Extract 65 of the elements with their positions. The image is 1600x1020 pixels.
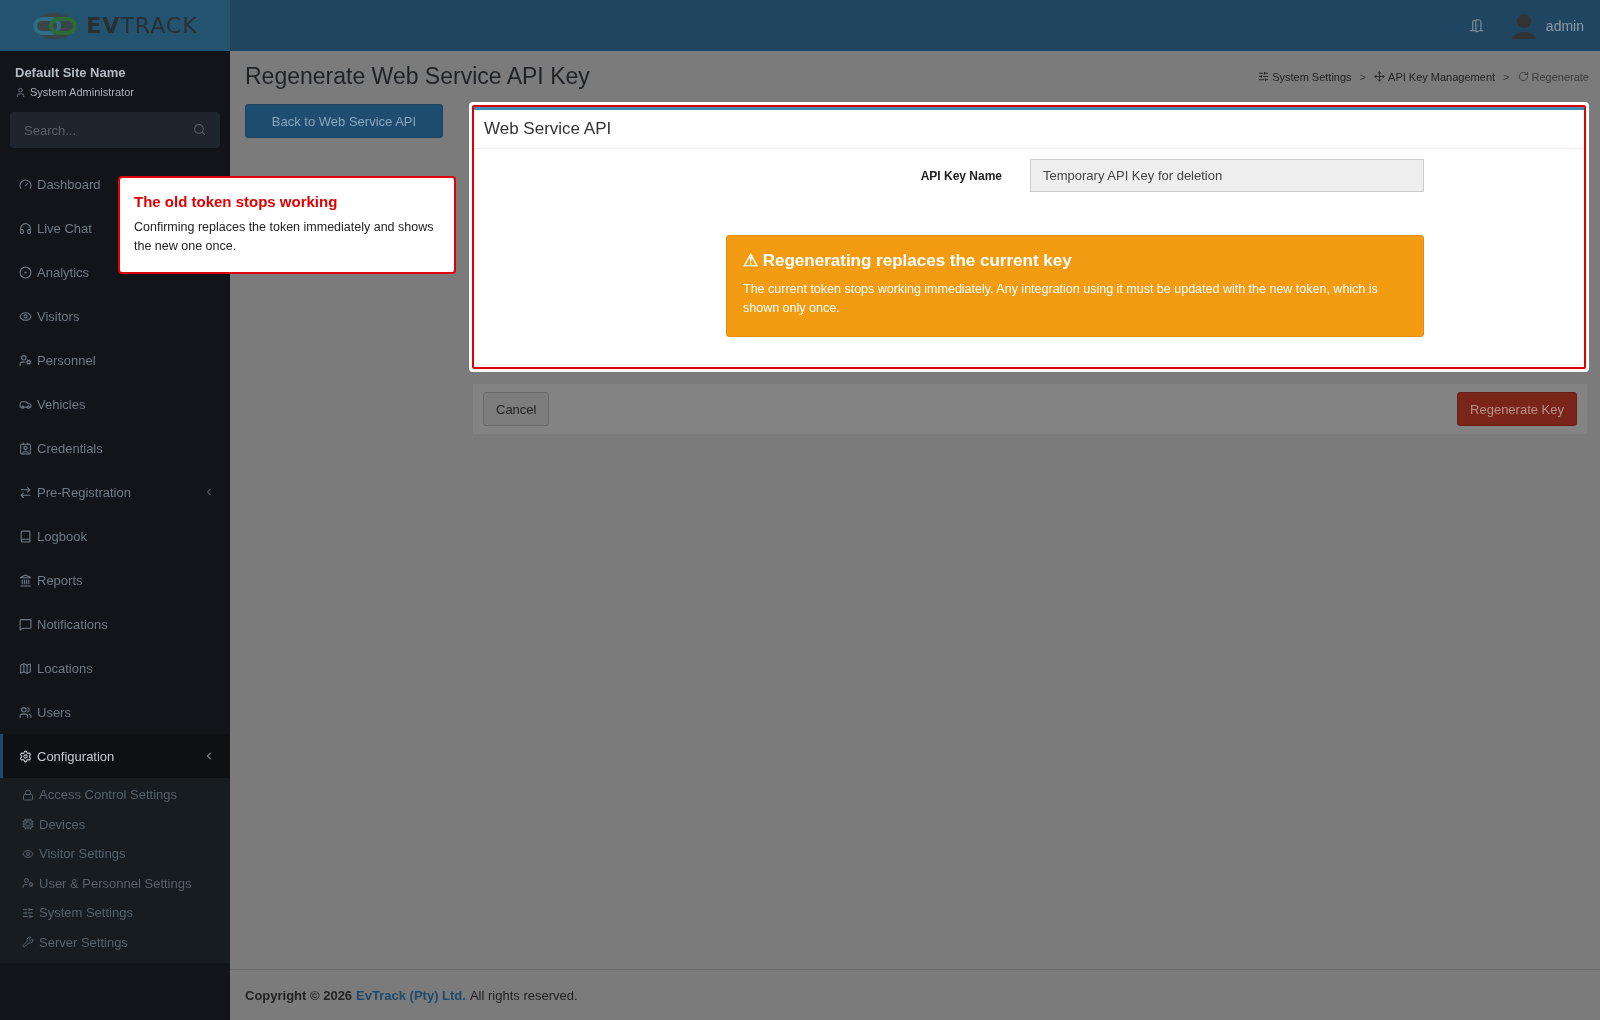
sidebar-item-icon bbox=[19, 573, 32, 587]
page-title: Regenerate Web Service API Key bbox=[245, 63, 590, 90]
submenu-item[interactable]: Server Settings bbox=[0, 927, 230, 957]
site-name: Default Site Name bbox=[15, 65, 127, 80]
user-name[interactable]: admin bbox=[1545, 17, 1584, 34]
submenu-item[interactable]: User & Personnel Settings bbox=[0, 868, 230, 898]
breadcrumb-separator: > bbox=[1503, 70, 1510, 83]
submenu-item-icon bbox=[22, 936, 34, 949]
back-button[interactable]: Back to Web Service API bbox=[245, 104, 443, 138]
rights-text: All rights reserved. bbox=[469, 987, 578, 1003]
submenu-item-icon bbox=[22, 877, 34, 890]
logo-text: EVTRACK bbox=[86, 13, 198, 38]
company-link[interactable]: EvTrack (Pty) Ltd. bbox=[356, 987, 466, 1003]
sidebar-item-icon bbox=[19, 529, 32, 543]
avatar-icon[interactable] bbox=[1511, 12, 1536, 39]
sidebar-item-icon bbox=[19, 617, 32, 631]
input-field[interactable]: Temporary API Key for deletion bbox=[1030, 159, 1424, 192]
sidebar-item-icon bbox=[19, 661, 32, 675]
sidebar-item-icon bbox=[19, 749, 32, 763]
submenu-item[interactable]: System Settings bbox=[0, 898, 230, 928]
regenerate-button[interactable]: Regenerate Key bbox=[1457, 392, 1577, 426]
warning-text: The current token stops working immediately. Any integration using it must be updated with the new token, which is shown only once. bbox=[743, 281, 1379, 317]
submenu-item[interactable]: Devices bbox=[0, 809, 230, 839]
logout-icon[interactable] bbox=[1468, 18, 1484, 33]
submenu-item[interactable]: Access Control Settings bbox=[0, 780, 230, 810]
sidebar-item-icon bbox=[19, 353, 32, 367]
tooltip-title: The old token stops working bbox=[134, 193, 339, 210]
warning-title: ⚠ Regenerating replaces the current key bbox=[743, 250, 1073, 271]
sidebar-item[interactable]: Notifications bbox=[0, 602, 230, 646]
card-title: Web Service API bbox=[483, 118, 613, 140]
search-icon[interactable] bbox=[193, 123, 206, 136]
sidebar-item[interactable]: Locations bbox=[0, 646, 230, 690]
sidebar-item-icon bbox=[19, 221, 32, 235]
user-icon bbox=[15, 86, 26, 98]
sidebar-item[interactable]: Reports bbox=[0, 558, 230, 602]
copyright-text: Copyright © 2026 bbox=[245, 987, 353, 1003]
breadcrumb-icon bbox=[1374, 71, 1386, 82]
sidebar-item[interactable]: Configuration bbox=[0, 734, 230, 778]
sidebar-item[interactable]: Logbook bbox=[0, 514, 230, 558]
sidebar-item[interactable]: Credentials bbox=[0, 426, 230, 470]
field-label: API Key Name bbox=[919, 168, 1002, 183]
sidebar-item-icon bbox=[19, 309, 32, 323]
submenu-item-icon bbox=[22, 906, 34, 919]
user-role: System Administrator bbox=[30, 86, 134, 98]
sidebar-item[interactable]: Visitors bbox=[0, 294, 230, 338]
sidebar-item-icon bbox=[19, 705, 32, 719]
submenu-item-icon bbox=[22, 847, 34, 860]
sidebar-item-icon bbox=[19, 265, 32, 279]
sidebar-item[interactable]: Pre-Registration bbox=[0, 470, 230, 514]
submenu-item-icon bbox=[22, 788, 34, 801]
search-field[interactable]: Search... bbox=[10, 112, 220, 148]
breadcrumb-link[interactable]: System Settings bbox=[1258, 70, 1352, 83]
sidebar-item[interactable]: Users bbox=[0, 690, 230, 734]
cancel-button[interactable]: Cancel bbox=[483, 392, 550, 426]
sidebar-item-icon bbox=[19, 441, 32, 455]
submenu-item[interactable]: Visitor Settings bbox=[0, 839, 230, 869]
sidebar-item-icon bbox=[19, 485, 32, 499]
submenu-item-icon bbox=[22, 818, 34, 831]
breadcrumb-link[interactable]: API Key Management bbox=[1374, 70, 1496, 83]
sidebar-item-icon bbox=[19, 177, 32, 191]
breadcrumb-separator: > bbox=[1359, 70, 1367, 83]
breadcrumb-icon bbox=[1258, 71, 1270, 82]
sidebar-item[interactable]: Vehicles bbox=[0, 382, 230, 426]
breadcrumb-icon bbox=[1517, 71, 1529, 82]
sidebar-item[interactable]: Personnel bbox=[0, 338, 230, 382]
